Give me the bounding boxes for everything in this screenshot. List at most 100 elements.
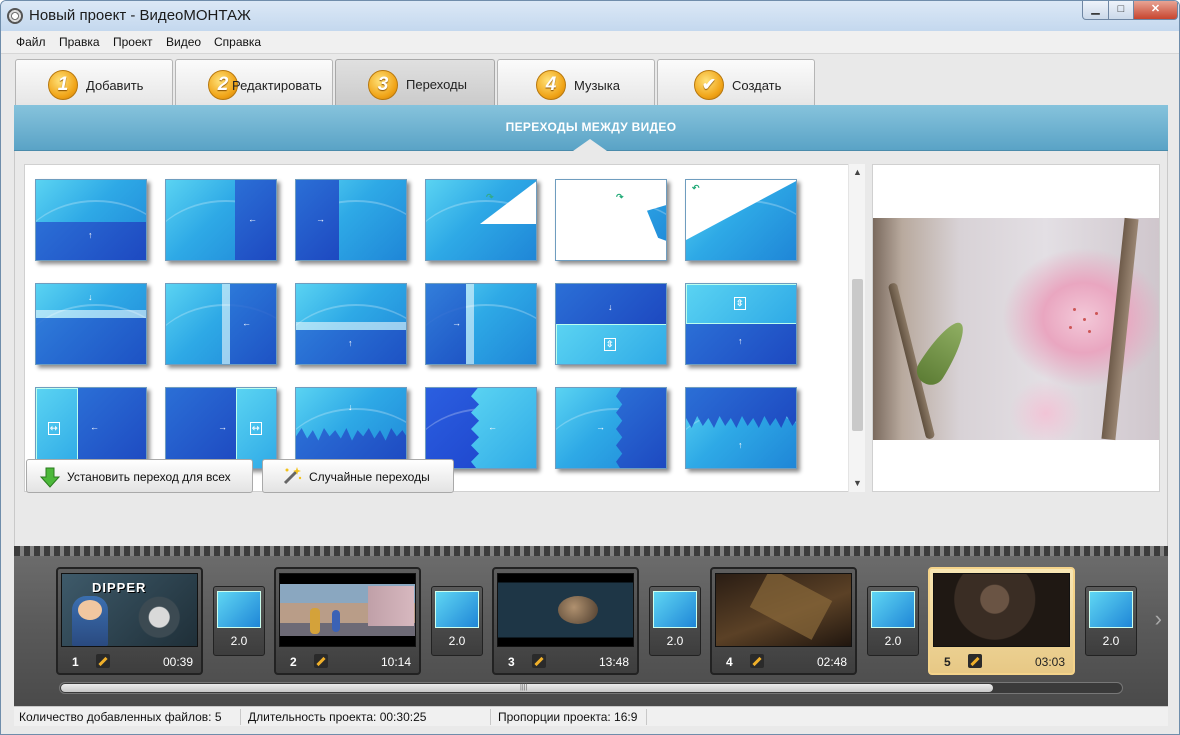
transition-thumb[interactable]: →: [295, 179, 407, 261]
transition-thumb[interactable]: ↓ ⇳: [555, 283, 667, 365]
transition-thumb[interactable]: ↓: [295, 387, 407, 469]
arrow-up-icon: ↑: [738, 440, 743, 450]
transition-thumb[interactable]: →: [425, 283, 537, 365]
transition-thumb[interactable]: ↑: [685, 387, 797, 469]
pencil-icon[interactable]: [968, 654, 982, 668]
timeline-transition[interactable]: 2.0: [431, 586, 483, 656]
title-bar: Новый проект - ВидеоМОНТАЖ ▁ □ ✕: [1, 1, 1179, 31]
transition-thumb[interactable]: ↶: [685, 179, 797, 261]
arrow-up-icon: ↑: [348, 338, 353, 348]
gallery-scrollbar[interactable]: ▲ ▼: [848, 164, 865, 492]
menu-help[interactable]: Справка: [214, 35, 261, 49]
transition-thumb[interactable]: ⇿ ←: [35, 387, 147, 469]
tab-add[interactable]: 1 Добавить: [15, 59, 173, 105]
close-button[interactable]: ✕: [1133, 1, 1178, 20]
transition-thumb[interactable]: ↑: [35, 179, 147, 261]
status-separator: [646, 709, 647, 725]
timeline-transition[interactable]: 2.0: [213, 586, 265, 656]
clip-number: 4: [726, 655, 733, 669]
chevron-right-icon[interactable]: ›: [1155, 606, 1162, 632]
menu-edit[interactable]: Правка: [59, 35, 100, 49]
tab-label: Создать: [732, 78, 782, 93]
pencil-icon[interactable]: [96, 654, 110, 668]
arrow-right-icon: →: [596, 422, 605, 432]
compress-icon: ⇳: [604, 338, 616, 351]
clip-thumbnail: [497, 573, 634, 647]
tab-label: Музыка: [574, 78, 620, 93]
timeline-scrollbar[interactable]: ||||: [59, 682, 1123, 694]
timeline-clip[interactable]: 4 02:48: [710, 567, 857, 675]
tab-music[interactable]: 4 Музыка: [497, 59, 655, 105]
transition-thumb[interactable]: ←: [165, 179, 277, 261]
arrow-right-icon: →: [218, 422, 227, 432]
arrow-right-icon: →: [316, 214, 325, 224]
transition-thumb[interactable]: ↓: [35, 283, 147, 365]
clip-duration: 10:14: [380, 655, 411, 669]
tab-label: Переходы: [406, 77, 467, 92]
clip-number: 5: [944, 655, 951, 669]
compress-icon: ⇿: [48, 422, 60, 435]
tab-edit[interactable]: 2 Редактировать: [175, 59, 333, 105]
scrollbar-thumb[interactable]: [852, 279, 863, 431]
timeline-transition[interactable]: 2.0: [867, 586, 919, 656]
menu-project[interactable]: Проект: [113, 35, 153, 49]
timeline-transition[interactable]: 2.0: [649, 586, 701, 656]
transition-thumb[interactable]: ⇳ ↑: [685, 283, 797, 365]
transition-thumb[interactable]: ←: [425, 387, 537, 469]
transition-thumb[interactable]: →: [555, 387, 667, 469]
timeline-clip[interactable]: 2 10:14: [274, 567, 421, 675]
timeline-clip-selected[interactable]: 5 03:03: [928, 567, 1075, 675]
menu-video[interactable]: Видео: [166, 35, 201, 49]
pencil-icon[interactable]: [314, 654, 328, 668]
menu-file[interactable]: Файл: [16, 35, 46, 49]
clip-title-text: DIPPER: [92, 580, 147, 595]
header-pointer: [573, 139, 607, 151]
clip-duration: 13:48: [598, 655, 629, 669]
timeline-clip[interactable]: DIPPER 1 00:39: [56, 567, 203, 675]
transition-thumbnail: [435, 591, 479, 628]
minimize-button[interactable]: ▁: [1082, 1, 1109, 20]
tab-create[interactable]: ✔ Создать: [657, 59, 815, 105]
arrow-left-icon: ←: [90, 422, 99, 432]
transition-thumb[interactable]: → ⇿: [165, 387, 277, 469]
arrow-left-icon: ←: [488, 422, 497, 432]
transition-thumbnail: [653, 591, 697, 628]
section-title: ПЕРЕХОДЫ МЕЖДУ ВИДЕО: [505, 120, 677, 134]
transition-thumb[interactable]: ↷: [425, 179, 537, 261]
timeline-transition[interactable]: 2.0: [1085, 586, 1137, 656]
timeline-clip[interactable]: 3 13:48: [492, 567, 639, 675]
window-title: Новый проект - ВидеоМОНТАЖ: [29, 7, 251, 24]
film-strip-edge: [14, 546, 1168, 556]
grip-icon: ||||: [520, 684, 528, 691]
step-3-icon: 3: [368, 70, 398, 100]
arrow-down-icon: ↓: [88, 292, 93, 302]
timeline-scrollbar-thumb[interactable]: ||||: [61, 684, 993, 692]
clip-thumbnail: [279, 573, 416, 647]
clip-number: 3: [508, 655, 515, 669]
clip-number: 2: [290, 655, 297, 669]
transition-thumb[interactable]: ←: [165, 283, 277, 365]
random-transitions-button[interactable]: Случайные переходы: [262, 459, 454, 493]
clip-duration: 00:39: [162, 655, 193, 669]
clip-thumbnail: [715, 573, 852, 647]
pencil-icon[interactable]: [532, 654, 546, 668]
checkmark-icon: ✔: [694, 70, 724, 100]
pencil-icon[interactable]: [750, 654, 764, 668]
status-separator: [240, 709, 241, 725]
transition-thumb[interactable]: ↷: [555, 179, 667, 261]
clip-duration: 02:48: [816, 655, 847, 669]
maximize-button[interactable]: □: [1108, 1, 1134, 20]
clip-thumbnail: [933, 573, 1070, 647]
film-reel-icon[interactable]: [7, 8, 23, 24]
timeline: DIPPER 1 00:39 2.0 2 10:14 2.0 3 13:48 2…: [14, 546, 1168, 706]
step-4-icon: 4: [536, 70, 566, 100]
transition-thumb[interactable]: ↑: [295, 283, 407, 365]
chevron-up-icon[interactable]: ▲: [849, 164, 866, 181]
arrow-up-icon: ↑: [738, 336, 743, 346]
transition-duration: 2.0: [666, 634, 684, 648]
status-files: Количество добавленных файлов: 5: [19, 710, 222, 724]
apply-all-button[interactable]: Установить переход для всех: [26, 459, 253, 493]
rotate-arrow-icon: ↷: [486, 192, 494, 202]
chevron-down-icon[interactable]: ▼: [849, 475, 866, 492]
tab-transitions[interactable]: 3 Переходы: [335, 59, 495, 105]
